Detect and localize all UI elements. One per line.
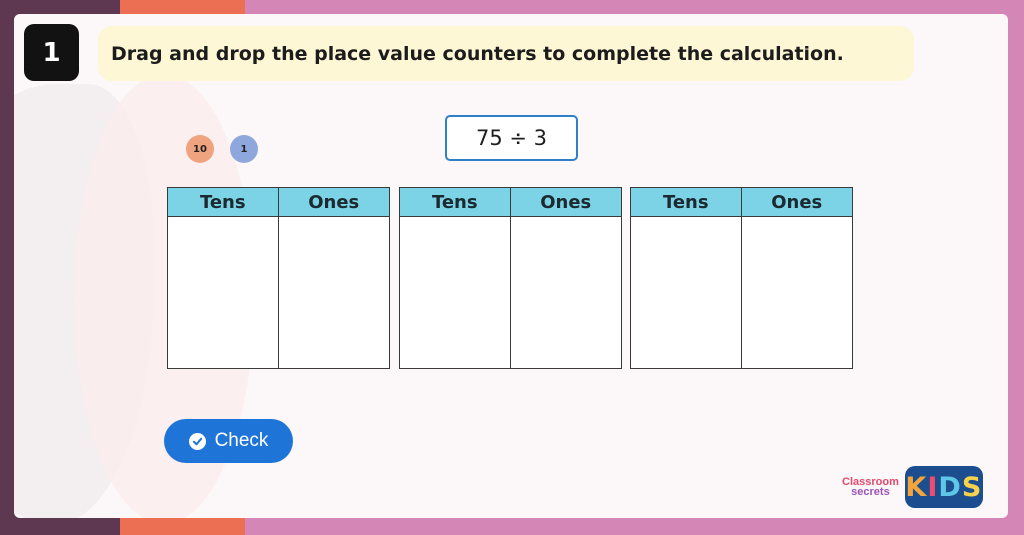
calculation-box: 75 ÷ 3 <box>445 115 578 161</box>
check-button[interactable]: Check <box>164 419 293 463</box>
place-value-table-1: Tens Ones <box>167 187 390 369</box>
ones-drop-zone[interactable] <box>278 217 389 368</box>
counter-one[interactable]: 1 <box>230 135 258 163</box>
classroom-secrets-logo: Classroom secrets KIDS <box>842 466 983 508</box>
tens-drop-zone[interactable] <box>631 217 742 368</box>
logo-line2: secrets <box>851 486 890 498</box>
instruction-text: Drag and drop the place value counters t… <box>98 26 914 81</box>
ones-header: Ones <box>510 188 621 217</box>
check-circle-icon <box>188 432 206 450</box>
tens-header: Tens <box>168 188 279 217</box>
place-value-table-3: Tens Ones <box>630 187 853 369</box>
logo-wordmark: Classroom secrets <box>842 477 899 498</box>
kids-badge: KIDS <box>904 466 983 508</box>
tens-header: Tens <box>400 188 511 217</box>
ones-header: Ones <box>278 188 389 217</box>
kids-letter-k: K <box>905 471 928 503</box>
ones-drop-zone[interactable] <box>741 217 852 368</box>
tens-header: Tens <box>631 188 742 217</box>
counter-ten[interactable]: 10 <box>186 135 214 163</box>
ones-header: Ones <box>741 188 852 217</box>
question-number-badge: 1 <box>24 24 79 81</box>
kids-letter-s: S <box>961 471 983 503</box>
ones-drop-zone[interactable] <box>510 217 621 368</box>
tens-drop-zone[interactable] <box>168 217 279 368</box>
kids-letter-i: I <box>927 471 939 503</box>
kids-letter-d: D <box>938 471 962 503</box>
tens-drop-zone[interactable] <box>400 217 511 368</box>
place-value-table-2: Tens Ones <box>399 187 622 369</box>
check-button-label: Check <box>214 430 269 451</box>
